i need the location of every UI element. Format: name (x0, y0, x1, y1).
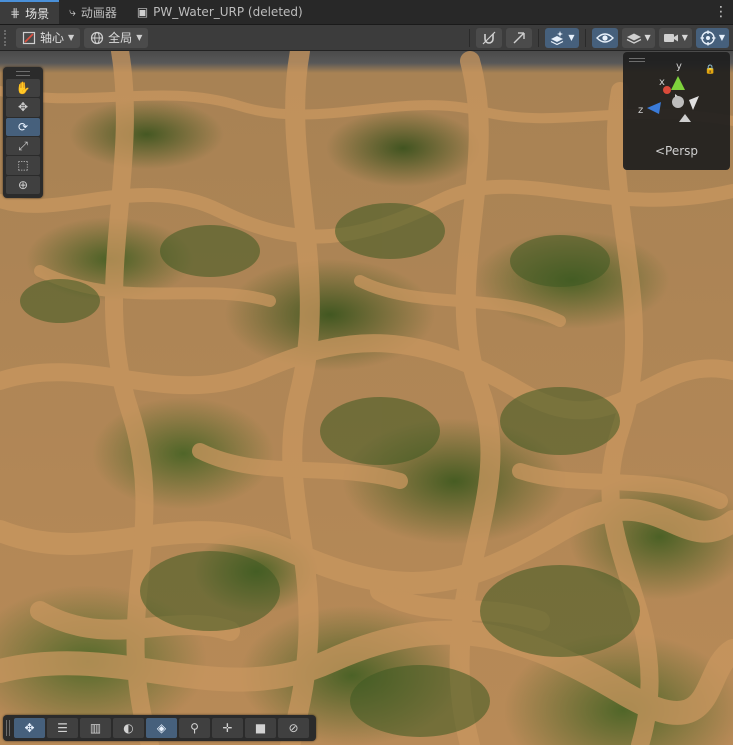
animator-icon: ⤷ (69, 4, 76, 19)
space-dropdown[interactable]: 全局 ▼ (84, 27, 149, 48)
move-icon: ✥ (17, 100, 29, 115)
orientation-gizmo[interactable]: 🔒 y x z <Persp (623, 52, 730, 170)
snap-toggle-button[interactable] (476, 27, 503, 48)
stack-icon: ◈ (156, 721, 167, 735)
camera-overlay-button[interactable]: ■ (245, 718, 276, 738)
z-axis-cone[interactable] (647, 102, 661, 114)
projection-toggle[interactable]: <Persp (623, 144, 730, 158)
search-overlay-button[interactable]: ⚲ (179, 718, 210, 738)
prefab-icon: ▣ (136, 5, 149, 19)
chevron-down-icon: ▼ (68, 33, 75, 42)
view-tool-button[interactable]: ✋ (6, 78, 40, 98)
overlay-toolbar: ✥ ☰ ▥ ◐ ◈ ⚲ ✛ ■ ⊘ (3, 715, 316, 741)
gizmos-dropdown[interactable]: ▼ (695, 27, 729, 48)
pivot-dropdown[interactable]: 轴心 ▼ (16, 27, 81, 48)
compass-icon: ⊘ (288, 721, 299, 735)
sliders-icon: ☰ (57, 721, 68, 735)
tab-bar: ⋕ 场景 ⤷ 动画器 ▣ PW_Water_URP (deleted) ⋮ (0, 0, 733, 25)
magnet-icon (482, 31, 496, 44)
settings-overlay-button[interactable]: ☰ (47, 718, 78, 738)
navigation-overlay-button[interactable]: ✛ (212, 718, 243, 738)
grid-icon: ⋕ (10, 6, 21, 20)
pivot-icon (22, 31, 36, 44)
gizmo-icon (700, 30, 716, 45)
layers-overlay-button[interactable]: ◈ (146, 718, 177, 738)
rotate-icon: ⟳ (17, 119, 29, 134)
orientation-overlay-button[interactable]: ✥ (14, 718, 45, 738)
layers-dropdown[interactable]: ▼ (621, 27, 655, 48)
tab-animator[interactable]: ⤷ 动画器 (59, 0, 127, 24)
overlay-grip[interactable] (6, 720, 10, 736)
projection-label: Persp (665, 144, 699, 158)
transform-tool-button[interactable]: ⊕ (6, 175, 40, 194)
y-axis-cone[interactable] (671, 76, 685, 90)
navigation-icon: ✛ (222, 721, 233, 735)
space-label: 全局 (108, 31, 133, 45)
tab-scene-label: 场景 (25, 6, 50, 21)
transform-tools-palette: ✋ ✥ ⟳ ⤢ ⬚ ⊕ (3, 67, 43, 198)
grid-snap-icon (513, 31, 526, 43)
chevron-down-icon: ▼ (681, 33, 688, 42)
tab-animator-label: 动画器 (80, 5, 117, 20)
rect-tool-button[interactable]: ⬚ (6, 156, 40, 175)
chevron-down-icon: ▼ (136, 33, 143, 42)
tab-scene[interactable]: ⋕ 场景 (0, 0, 60, 24)
center-cube[interactable] (672, 96, 684, 108)
chevron-down-icon: ▼ (644, 33, 651, 42)
move-tool-button[interactable]: ✥ (6, 98, 40, 117)
search-icon: ⚲ (190, 721, 199, 735)
hand-icon: ✋ (15, 81, 31, 96)
grass-icon: ▥ (89, 721, 102, 735)
y-axis-label: y (676, 61, 682, 72)
x-axis-label: x (659, 77, 665, 88)
layers-sparkle-icon (551, 30, 564, 45)
neg-x-axis-cone[interactable] (689, 96, 699, 110)
tab-prefab[interactable]: ▣ PW_Water_URP (deleted) (127, 0, 313, 24)
camera-icon (663, 33, 678, 42)
scene-toolbar: 轴心 ▼ 全局 ▼ ▼ ▼ ▼ ▼ (0, 25, 733, 51)
visibility-toggle-button[interactable] (591, 27, 618, 48)
rect-transform-icon: ⬚ (17, 158, 29, 173)
z-axis-label: z (638, 105, 643, 116)
draw-mode-button[interactable]: ▼ (545, 27, 579, 48)
globe-icon (91, 31, 104, 44)
camera-dropdown[interactable]: ▼ (658, 27, 692, 48)
scale-tool-button[interactable]: ⤢ (6, 136, 40, 156)
eye-icon (595, 32, 614, 43)
sphere-icon: ◐ (123, 721, 134, 735)
toolbar-grip[interactable] (4, 29, 10, 46)
toolbar-divider (469, 28, 471, 47)
compass-overlay-button[interactable]: ⊘ (278, 718, 309, 738)
move-arrows-icon: ✥ (24, 721, 35, 735)
terrain-overlay-button[interactable]: ▥ (80, 718, 111, 738)
layers-icon (626, 33, 641, 44)
neg-y-axis-cone[interactable] (679, 114, 691, 122)
grid-snap-button[interactable] (506, 27, 533, 48)
pivot-label: 轴心 (40, 31, 65, 45)
lighting-overlay-button[interactable]: ◐ (113, 718, 144, 738)
scale-icon: ⤢ (18, 138, 28, 153)
more-options-icon[interactable]: ⋮ (709, 0, 733, 24)
tab-prefab-label: PW_Water_URP (deleted) (153, 5, 303, 19)
transform-icon: ⊕ (17, 177, 29, 192)
toolbar-divider (538, 28, 540, 47)
toolbar-divider (584, 28, 586, 47)
chevron-down-icon: ▼ (568, 33, 575, 42)
palette-grip[interactable] (16, 71, 30, 76)
camera-icon: ■ (254, 721, 267, 735)
axis-gizmo-graphic: y x z (638, 61, 699, 122)
rotate-tool-button[interactable]: ⟳ (6, 117, 40, 136)
chevron-down-icon: ▼ (718, 33, 725, 42)
persp-icon: < (654, 144, 666, 158)
